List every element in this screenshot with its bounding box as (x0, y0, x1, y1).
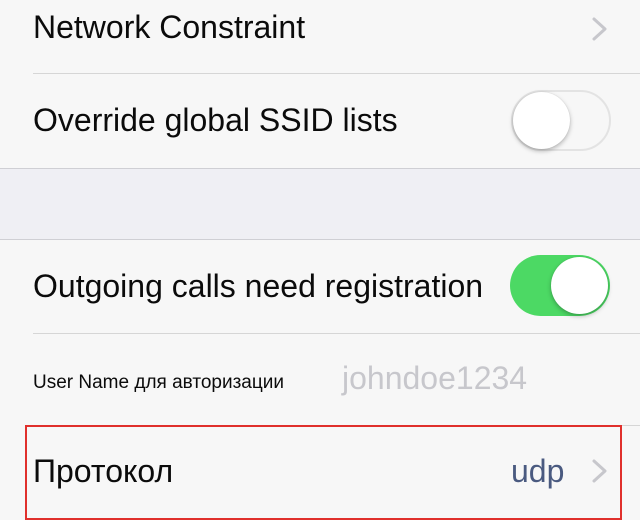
toggle-knob (513, 92, 570, 149)
override-ssid-row: Override global SSID lists (0, 74, 640, 168)
override-ssid-label: Override global SSID lists (33, 102, 398, 138)
section-gap (0, 169, 640, 239)
auth-username-label: User Name для авторизации (33, 372, 284, 393)
outgoing-calls-row: Outgoing calls need registration (0, 240, 640, 333)
chevron-right-icon (592, 459, 607, 483)
outgoing-calls-toggle[interactable] (510, 255, 610, 316)
auth-username-input[interactable]: johndoe1234 (342, 360, 527, 397)
protocol-row[interactable]: Протокол udp (0, 426, 640, 510)
network-constraint-label: Network Constraint (33, 9, 306, 45)
toggle-knob (551, 257, 608, 314)
outgoing-calls-label: Outgoing calls need registration (33, 268, 484, 304)
override-ssid-toggle[interactable] (511, 90, 611, 151)
network-constraint-row[interactable]: Network Constraint (0, 0, 640, 74)
chevron-right-icon (592, 17, 607, 41)
protocol-value: udp (511, 453, 565, 489)
auth-username-row: User Name для авторизации johndoe1234 (0, 334, 640, 425)
protocol-label: Протокол (33, 453, 174, 489)
